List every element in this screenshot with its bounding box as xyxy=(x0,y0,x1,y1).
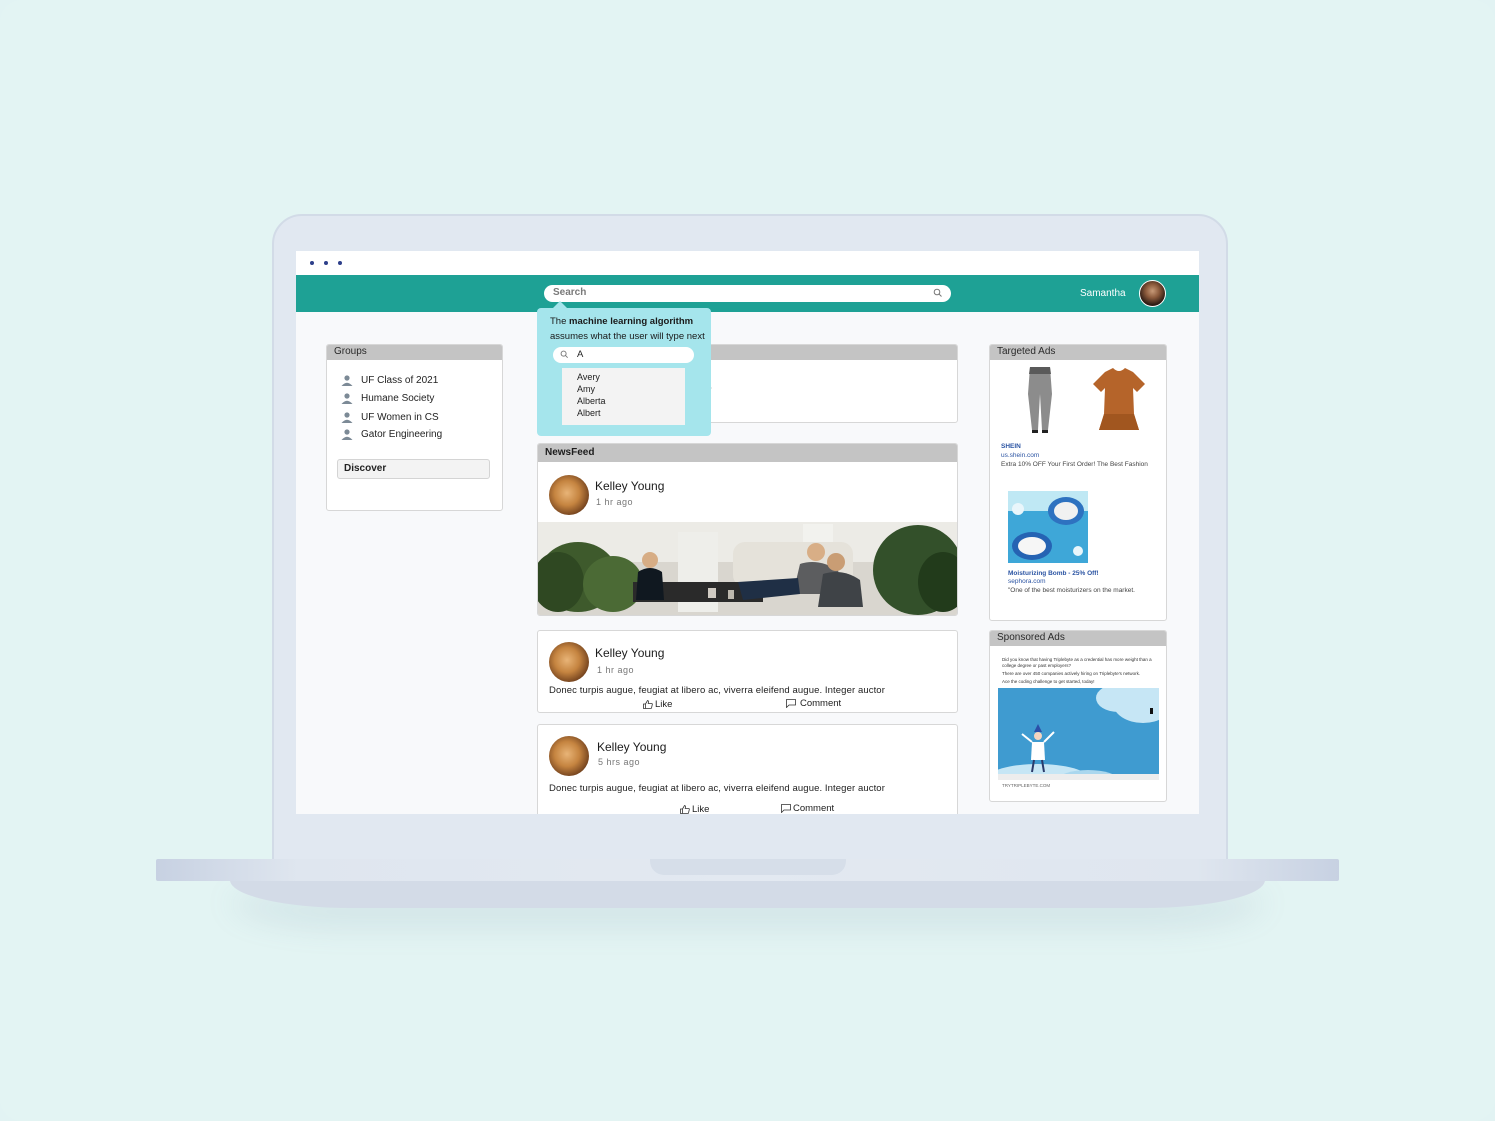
group-item[interactable]: UF Class of 2021 xyxy=(341,375,438,386)
ad-url[interactable]: sephora.com xyxy=(1008,578,1046,585)
suggestion-item[interactable]: Alberta xyxy=(577,396,606,406)
user-name[interactable]: Samantha xyxy=(1080,288,1126,299)
ad-brand[interactable]: SHEIN xyxy=(1001,443,1021,450)
group-label: Humane Society xyxy=(361,393,435,404)
group-item[interactable]: UF Women in CS xyxy=(341,412,439,423)
sponsored-ads-panel: Sponsored Ads Did you know that having T… xyxy=(989,630,1167,802)
comment-icon xyxy=(781,804,791,813)
sponsored-ad-image[interactable] xyxy=(990,683,1166,792)
autocomplete-input[interactable]: A xyxy=(553,347,694,363)
sponsored-text: college degree or past employers? xyxy=(1002,663,1072,668)
post-photo[interactable] xyxy=(538,522,957,615)
sponsored-ads-title: Sponsored Ads xyxy=(990,631,1166,646)
window-dot[interactable] xyxy=(324,261,328,265)
ad-description: Extra 10% OFF Your First Order! The Best… xyxy=(1001,461,1148,468)
sponsored-text: Ace the coding challenge to get started,… xyxy=(1002,679,1095,684)
sponsored-text: Did you know that having Triplebyte as a… xyxy=(1002,657,1152,662)
autocomplete-value: A xyxy=(577,349,584,360)
thumbs-up-icon xyxy=(643,700,653,709)
comment-label: Comment xyxy=(800,698,842,709)
group-label: UF Women in CS xyxy=(361,412,439,423)
search-placeholder: Search xyxy=(553,287,587,298)
post-card: Kelley Young 1 hr ago Donec turpis augue… xyxy=(537,630,958,713)
group-label: Gator Engineering xyxy=(361,429,443,440)
group-item[interactable]: Gator Engineering xyxy=(341,429,442,440)
person-icon xyxy=(341,429,353,440)
ad-brand[interactable]: Moisturizing Bomb - 25% Off! xyxy=(1008,570,1099,577)
tooltip-line-1: The machine learning algorithm xyxy=(550,316,693,327)
ad-image-shirt[interactable] xyxy=(1087,364,1151,434)
author-avatar[interactable] xyxy=(549,736,589,776)
laptop-bottom xyxy=(230,880,1265,908)
post-time: 5 hrs ago xyxy=(598,757,641,767)
post-author[interactable]: Kelley Young xyxy=(595,646,664,660)
comment-button[interactable]: Comment xyxy=(781,803,834,814)
post-time: 1 hr ago xyxy=(597,665,635,675)
autocomplete-tooltip: The machine learning algorithm assumes w… xyxy=(537,301,711,436)
tooltip-line-2: assumes what the user will type next xyxy=(550,331,705,342)
window-dot[interactable] xyxy=(338,261,342,265)
search-icon xyxy=(933,288,942,297)
post-text: Donec turpis augue, feugiat at libero ac… xyxy=(549,685,885,696)
suggestion-item[interactable]: Avery xyxy=(577,372,600,382)
window-dot[interactable] xyxy=(310,261,314,265)
pants-image xyxy=(1008,364,1072,434)
author-avatar[interactable] xyxy=(549,475,589,515)
laptop-notch xyxy=(650,859,846,875)
thumbs-up-icon xyxy=(680,805,690,814)
targeted-ads-panel: Targeted Ads SHEIN us.shein.com Extra 10… xyxy=(989,344,1167,621)
like-label: Like xyxy=(655,699,673,710)
newsfeed-panel: NewsFeed Kelley Young 1 hr ago xyxy=(537,443,958,616)
post-photo-image xyxy=(538,522,957,615)
ad-image-pants[interactable] xyxy=(1008,364,1072,434)
targeted-ads-title: Targeted Ads xyxy=(990,345,1166,360)
person-icon xyxy=(341,412,353,423)
like-button[interactable]: Like xyxy=(643,699,672,710)
shirt-image xyxy=(1087,364,1151,434)
newsfeed-title: NewsFeed xyxy=(538,444,957,462)
author-avatar[interactable] xyxy=(549,642,589,682)
tooltip-prefix: The xyxy=(550,316,570,327)
tooltip-bold: machine learning algorithm xyxy=(569,316,694,327)
browser-titlebar xyxy=(296,251,1199,275)
comment-label: Comment xyxy=(793,803,835,814)
search-icon xyxy=(560,350,568,358)
user-avatar[interactable] xyxy=(1139,280,1166,307)
comment-button[interactable]: Comment xyxy=(786,698,841,709)
group-item[interactable]: Humane Society xyxy=(341,393,434,404)
comment-icon xyxy=(786,699,796,708)
groups-panel: Groups UF Class of 2021 Humane Society U… xyxy=(326,344,503,511)
sponsored-illustration xyxy=(990,683,1166,792)
discover-button[interactable]: Discover xyxy=(337,459,490,479)
suggestion-item[interactable]: Albert xyxy=(577,408,601,418)
post-time: 1 hr ago xyxy=(596,497,634,507)
top-navigation-bar: Search Samantha xyxy=(296,275,1199,312)
suggestion-list: Avery Amy Alberta Albert xyxy=(562,368,685,425)
post-card: Kelley Young 5 hrs ago Donec turpis augu… xyxy=(537,724,958,814)
post-author[interactable]: Kelley Young xyxy=(597,740,666,754)
group-label: UF Class of 2021 xyxy=(361,375,439,386)
ad-url[interactable]: us.shein.com xyxy=(1001,452,1039,459)
ad-description: "One of the best moisturizers on the mar… xyxy=(1008,587,1135,594)
suggestion-item[interactable]: Amy xyxy=(577,384,595,394)
search-input[interactable]: Search xyxy=(544,285,951,302)
moisturizer-image xyxy=(1008,491,1088,563)
laptop-screen: Search Samantha Groups UF Class of 2021 … xyxy=(296,251,1199,814)
like-label: Like xyxy=(692,804,710,814)
sponsored-footer[interactable]: TRYTRIPLEBYTE.COM xyxy=(1002,783,1050,788)
person-icon xyxy=(341,393,353,404)
sponsored-text: There are over 450 companies actively hi… xyxy=(1002,671,1141,676)
person-icon xyxy=(341,375,353,386)
like-button[interactable]: Like xyxy=(680,804,709,814)
post-text: Donec turpis augue, feugiat at libero ac… xyxy=(549,783,885,794)
post-author[interactable]: Kelley Young xyxy=(595,479,664,493)
groups-title: Groups xyxy=(327,345,502,360)
ad-image-moisturizer[interactable] xyxy=(1008,491,1088,563)
